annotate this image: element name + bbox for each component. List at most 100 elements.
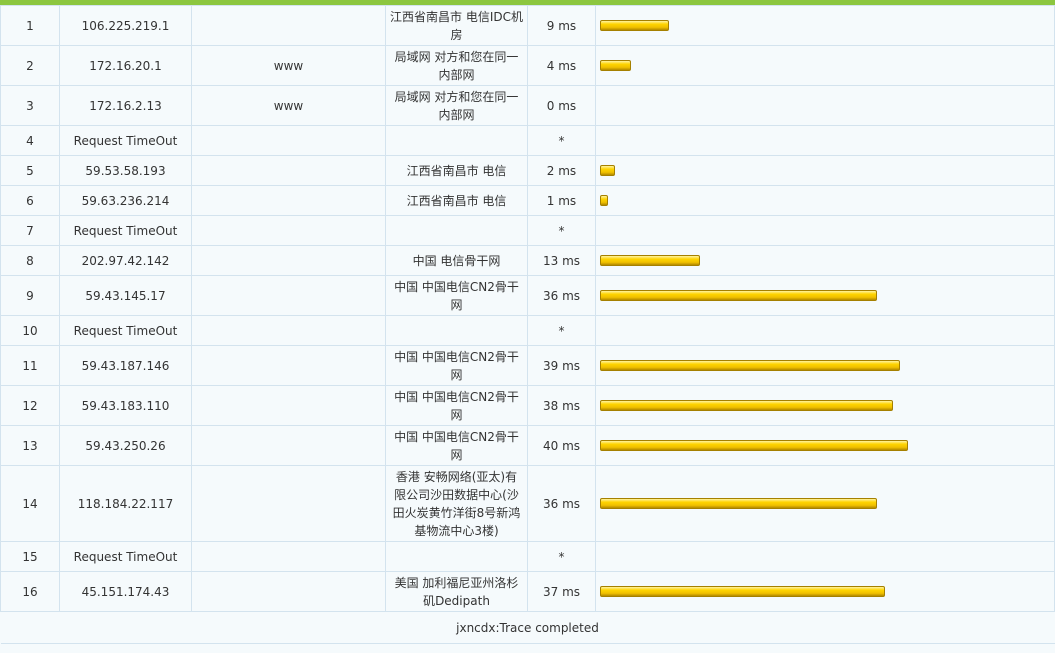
latency-cell: 39 ms [527,345,596,386]
latency-bar [600,165,615,176]
ip-address-cell: 59.43.145.17 [59,275,192,316]
latency-bar-cell [595,215,1055,246]
latency-bar [600,440,908,451]
ip-address-cell: Request TimeOut [59,215,192,246]
location-cell [385,315,528,346]
latency-bar-cell [595,425,1055,466]
location-cell: 中国 中国电信CN2骨干网 [385,385,528,426]
hostname-cell [191,465,386,542]
latency-bar-cell [595,315,1055,346]
latency-cell: 4 ms [527,45,596,86]
ip-address-cell: Request TimeOut [59,541,192,572]
latency-bar [600,195,608,206]
hop-number-cell: 11 [0,345,60,386]
table-row: 6 59.63.236.214 江西省南昌市 电信 1 ms [0,185,1055,216]
hop-number-cell: 15 [0,541,60,572]
ip-address-cell: 106.225.219.1 [59,5,192,46]
latency-bar [600,586,885,597]
latency-bar-cell [595,345,1055,386]
hop-number-cell: 16 [0,571,60,612]
location-cell: 江西省南昌市 电信 [385,155,528,186]
table-row: 12 59.43.183.110 中国 中国电信CN2骨干网 38 ms [0,385,1055,426]
ip-address-cell: 45.151.174.43 [59,571,192,612]
ip-address-cell: 118.184.22.117 [59,465,192,542]
location-cell: 江西省南昌市 电信IDC机房 [385,5,528,46]
ip-address-cell: 59.43.183.110 [59,385,192,426]
table-row: 13 59.43.250.26 中国 中国电信CN2骨干网 40 ms [0,425,1055,466]
latency-cell: 9 ms [527,5,596,46]
ip-address-cell: 59.53.58.193 [59,155,192,186]
latency-bar [600,255,700,266]
table-row: 14 118.184.22.117 香港 安畅网络(亚太)有限公司沙田数据中心(沙田… [0,465,1055,542]
ip-address-cell: 59.63.236.214 [59,185,192,216]
table-row: 1 106.225.219.1 江西省南昌市 电信IDC机房 9 ms [0,5,1055,46]
table-row: 9 59.43.145.17 中国 中国电信CN2骨干网 36 ms [0,275,1055,316]
table-row: 11 59.43.187.146 中国 中国电信CN2骨干网 39 ms [0,345,1055,386]
hostname-cell [191,345,386,386]
hop-number-cell: 7 [0,215,60,246]
table-row: 5 59.53.58.193 江西省南昌市 电信 2 ms [0,155,1055,186]
table-row: 8 202.97.42.142 中国 电信骨干网 13 ms [0,245,1055,276]
latency-cell: * [527,315,596,346]
location-cell: 局域网 对方和您在同一内部网 [385,85,528,126]
table-row: 7 Request TimeOut * [0,215,1055,246]
latency-cell: 36 ms [527,465,596,542]
table-row: 3 172.16.2.13 www 局域网 对方和您在同一内部网 0 ms [0,85,1055,126]
traceroute-body: 1 106.225.219.1 江西省南昌市 电信IDC机房 9 ms 2 172.16.… [0,5,1055,644]
hop-number-cell: 12 [0,385,60,426]
hostname-cell [191,245,386,276]
hop-number-cell: 8 [0,245,60,276]
hostname-cell [191,185,386,216]
hop-number-cell: 2 [0,45,60,86]
hop-number-cell: 14 [0,465,60,542]
hop-number-cell: 5 [0,155,60,186]
latency-cell: * [527,215,596,246]
latency-bar-cell [595,275,1055,316]
location-cell [385,125,528,156]
latency-bar-cell [595,85,1055,126]
latency-bar [600,60,631,71]
location-cell: 江西省南昌市 电信 [385,185,528,216]
hop-number-cell: 9 [0,275,60,316]
table-row: 15 Request TimeOut * [0,541,1055,572]
table-row: 2 172.16.20.1 www 局域网 对方和您在同一内部网 4 ms [0,45,1055,86]
table-row: 10 Request TimeOut * [0,315,1055,346]
latency-bar-cell [595,571,1055,612]
hostname-cell [191,315,386,346]
hostname-cell: www [191,45,386,86]
hostname-cell [191,125,386,156]
ip-address-cell: 59.43.250.26 [59,425,192,466]
location-cell [385,541,528,572]
latency-cell: 2 ms [527,155,596,186]
hostname-cell: www [191,85,386,126]
latency-cell: 1 ms [527,185,596,216]
latency-bar-cell [595,541,1055,572]
latency-bar-cell [595,125,1055,156]
hop-number-cell: 4 [0,125,60,156]
latency-bar [600,400,893,411]
hostname-cell [191,541,386,572]
location-cell: 局域网 对方和您在同一内部网 [385,45,528,86]
ip-address-cell: 202.97.42.142 [59,245,192,276]
latency-cell: 13 ms [527,245,596,276]
latency-cell: 38 ms [527,385,596,426]
location-cell: 香港 安畅网络(亚太)有限公司沙田数据中心(沙田火炭黄竹洋街8号新鸿基物流中心3… [385,465,528,542]
location-cell: 中国 中国电信CN2骨干网 [385,345,528,386]
latency-bar-cell [595,45,1055,86]
table-row: 16 45.151.174.43 美国 加利福尼亚州洛杉矶Dedipath 37 ms [0,571,1055,612]
table-row: 4 Request TimeOut * [0,125,1055,156]
latency-bar-cell [595,245,1055,276]
location-cell: 中国 中国电信CN2骨干网 [385,425,528,466]
hostname-cell [191,385,386,426]
ip-address-cell: 59.43.187.146 [59,345,192,386]
hop-number-cell: 1 [0,5,60,46]
latency-bar [600,20,669,31]
ip-address-cell: Request TimeOut [59,125,192,156]
hop-number-cell: 13 [0,425,60,466]
hostname-cell [191,275,386,316]
latency-bar [600,290,877,301]
latency-bar-cell [595,465,1055,542]
latency-bar-cell [595,385,1055,426]
ip-address-cell: 172.16.20.1 [59,45,192,86]
latency-cell: 0 ms [527,85,596,126]
